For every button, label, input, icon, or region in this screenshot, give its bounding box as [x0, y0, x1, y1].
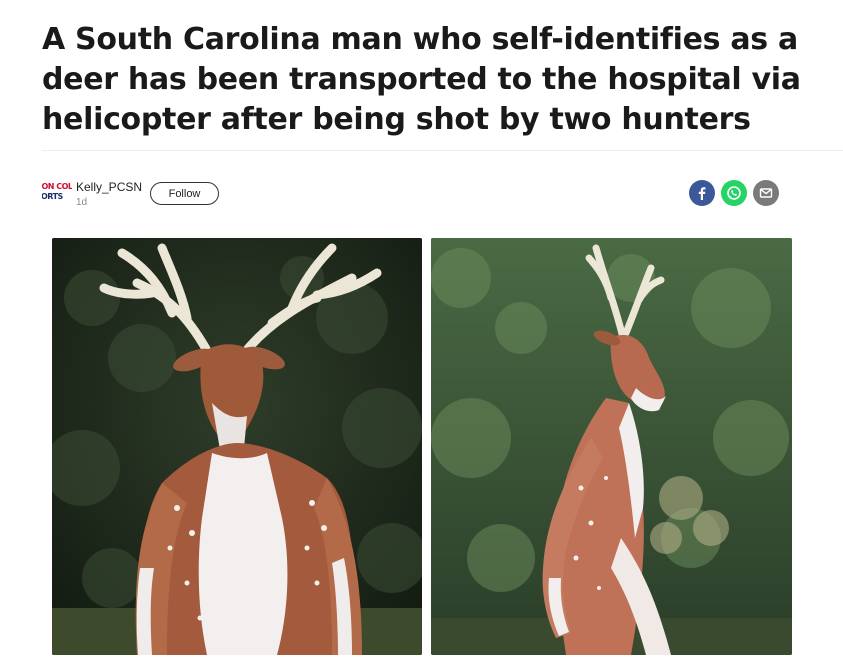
post-time: 1d	[76, 197, 88, 208]
mail-share-button[interactable]	[753, 180, 779, 206]
avatar-text-top: ION COL	[42, 182, 72, 191]
deer-person-front-image	[52, 238, 422, 655]
author-name[interactable]: Kelly_PCSN	[76, 180, 142, 194]
author-row: ION COL ORTS Kelly_PCSN 1d Follow	[42, 178, 782, 214]
facebook-share-button[interactable]	[689, 180, 715, 206]
article-headline: A South Carolina man who self-identifies…	[42, 22, 801, 137]
facebook-icon	[698, 187, 706, 200]
deer-person-side-image	[431, 238, 792, 655]
header-divider	[42, 150, 843, 151]
avatar-text-bottom: ORTS	[42, 192, 63, 201]
whatsapp-icon	[727, 186, 741, 200]
whatsapp-share-button[interactable]	[721, 180, 747, 206]
follow-button[interactable]: Follow	[150, 182, 219, 205]
article-image-right[interactable]	[431, 238, 792, 655]
article-image-left[interactable]	[52, 238, 422, 655]
mail-icon	[759, 188, 773, 198]
author-avatar[interactable]: ION COL ORTS	[42, 182, 72, 204]
